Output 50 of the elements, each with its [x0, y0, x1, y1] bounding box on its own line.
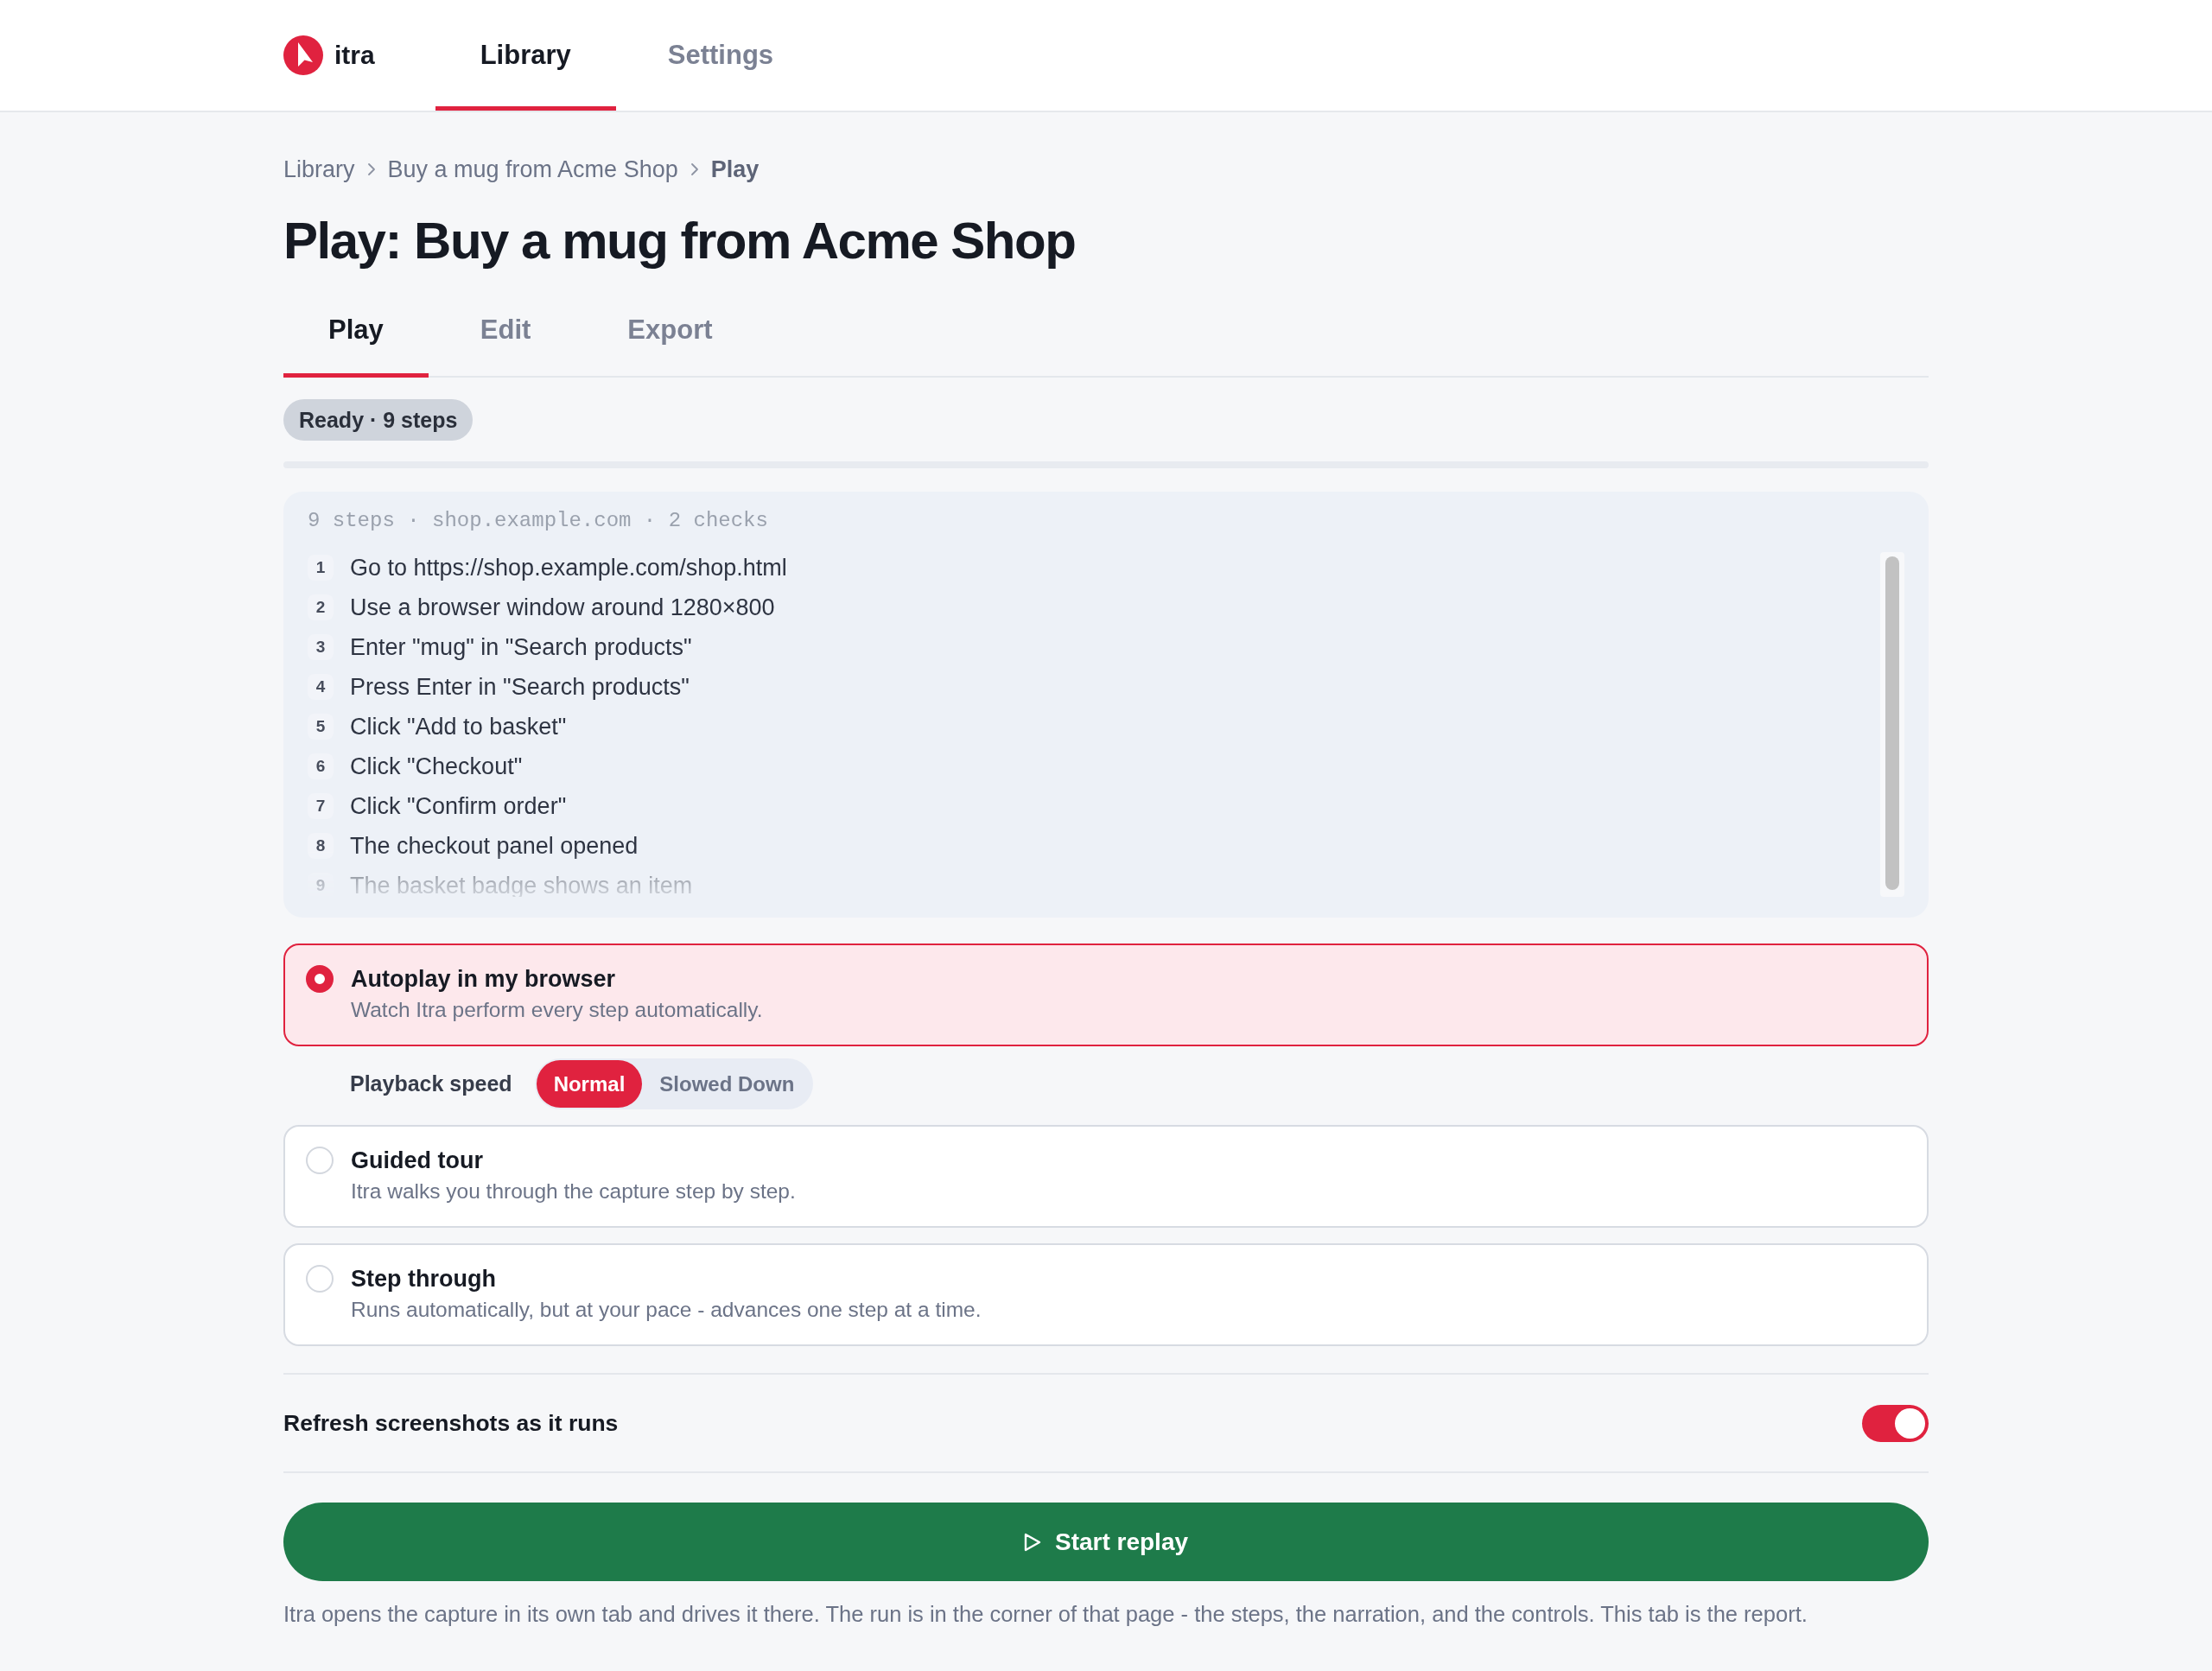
tab[interactable]: Edit	[435, 295, 576, 378]
segment-option[interactable]: Normal	[536, 1060, 643, 1108]
option-title: Autoplay in my browser	[351, 965, 617, 994]
step-text: Go to https://shop.example.com/shop.html	[350, 554, 787, 581]
step-number: 5	[308, 714, 334, 740]
step-text: The checkout panel opened	[350, 832, 639, 860]
step-text: Click "Checkout"	[350, 753, 523, 780]
radio-button[interactable]	[306, 965, 334, 993]
steps-summary: 9 steps · shop.example.com · 2 checks	[308, 508, 769, 534]
step-number: 1	[308, 555, 334, 581]
option-description: Runs automatically, but at your pace - advances one step at a time.	[351, 1297, 982, 1323]
app-name: itra	[334, 41, 375, 70]
toggle-switch[interactable]	[1862, 1404, 1929, 1442]
nav-tab[interactable]: Settings	[622, 0, 819, 111]
page-title: Play: Buy a mug from Acme Shop	[283, 211, 1077, 271]
chevron-icon	[690, 162, 699, 176]
step-text: Press Enter in "Search products"	[350, 673, 690, 701]
segment-option[interactable]: Slowed Down	[642, 1060, 812, 1108]
option-description: Itra walks you through the capture step by step.	[351, 1179, 796, 1204]
tab[interactable]: Play	[283, 295, 429, 378]
start-button[interactable]: Start replay	[283, 1503, 1929, 1581]
option-card[interactable]: Autoplay in my browser Watch Itra perform every step automatically.	[283, 944, 1929, 1046]
status-badge: Ready · 9 steps	[283, 399, 474, 441]
step-number: 3	[308, 634, 334, 660]
option-description: Watch Itra perform every step automatically.	[351, 997, 763, 1023]
option-title: Step through	[351, 1265, 497, 1293]
step-text: Use a browser window around 1280×800	[350, 594, 775, 621]
step-number: 4	[308, 674, 334, 700]
breadcrumb-current: Play	[710, 156, 760, 184]
breadcrumb-link[interactable]: Library	[283, 154, 355, 185]
step-number: 7	[308, 793, 334, 819]
nav-tab[interactable]: Library	[435, 0, 616, 111]
scrollbar[interactable]	[1880, 552, 1904, 897]
footnote-text: Itra opens the capture in its own tab and drives it there. The run is in the corner of that page - the steps, the narration, and the controls. This tab is the report.	[283, 1601, 1808, 1628]
chevron-icon	[366, 162, 376, 176]
step-text: Click "Add to basket"	[350, 713, 567, 740]
option-title: Guided tour	[351, 1147, 484, 1175]
step-text: Click "Confirm order"	[350, 792, 567, 820]
logo-icon	[283, 35, 323, 75]
option-card[interactable]: Step through Runs automatically, but at your pace - advances one step at a time.	[283, 1243, 1929, 1346]
step-text: Enter "mug" in "Search products"	[350, 633, 692, 661]
step-number: 8	[308, 833, 334, 859]
speed-label: Playback speed	[350, 1071, 512, 1096]
breadcrumb-link[interactable]: Buy a mug from Acme Shop	[387, 154, 678, 185]
play-icon	[1023, 1532, 1041, 1552]
step-number: 6	[308, 753, 334, 779]
step-number: 2	[308, 594, 334, 620]
option-card[interactable]: Guided tour Itra walks you through the capture step by step.	[283, 1125, 1929, 1228]
setting-label: Refresh screenshots as it runs	[283, 1409, 619, 1437]
tab[interactable]: Export	[582, 295, 758, 378]
